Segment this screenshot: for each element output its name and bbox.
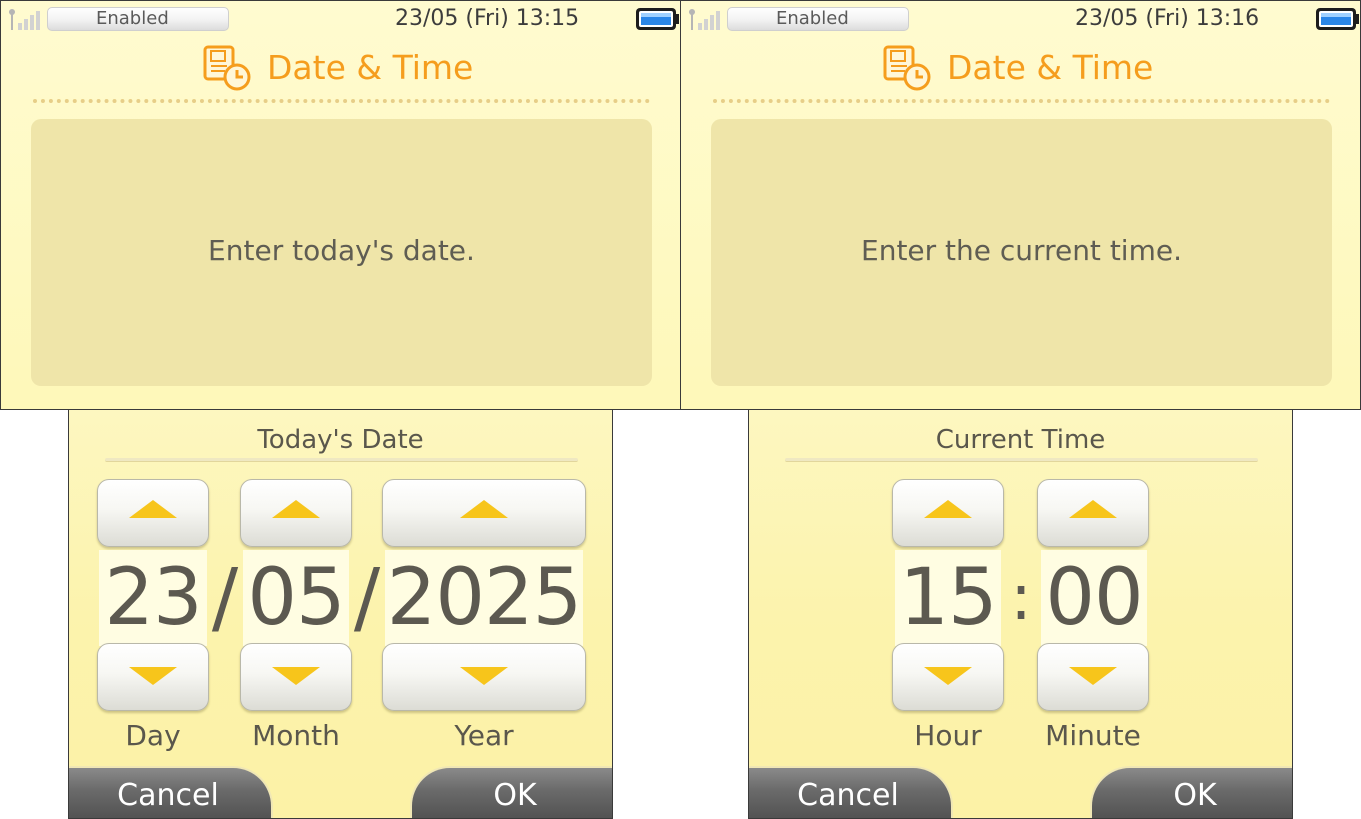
month-label: Month	[252, 719, 340, 752]
page-title: Date & Time	[947, 48, 1154, 87]
divider	[105, 458, 578, 462]
up-arrow-icon	[272, 500, 320, 518]
month-up-button[interactable]	[240, 479, 352, 547]
time-entry-screen: Current Time 15 : 00 Hour Minute Cancel …	[748, 409, 1293, 819]
year-label: Year	[454, 719, 514, 752]
system-datetime: 23/05 (Fri) 13:16	[1075, 6, 1260, 31]
top-screen-time: Enabled 23/05 (Fri) 13:16 Date & Time En…	[680, 0, 1361, 410]
top-screen-date: Enabled 23/05 (Fri) 13:15 Date & Time En…	[0, 0, 681, 410]
calendar-clock-icon	[883, 45, 931, 91]
hour-down-button[interactable]	[892, 643, 1004, 711]
wifi-signal-icon	[9, 9, 40, 30]
battery-icon	[636, 8, 679, 30]
down-arrow-icon	[1069, 667, 1117, 685]
year-value[interactable]: 2025	[385, 550, 583, 646]
up-arrow-icon	[129, 500, 177, 518]
minute-up-button[interactable]	[1037, 479, 1149, 547]
page-title: Date & Time	[267, 48, 474, 87]
down-arrow-icon	[129, 667, 177, 685]
cancel-button[interactable]: Cancel	[749, 766, 953, 818]
status-bar: Enabled 23/05 (Fri) 13:15	[1, 1, 680, 37]
panel-title: Today's Date	[257, 425, 424, 455]
status-bar: Enabled 23/05 (Fri) 13:16	[681, 1, 1360, 37]
minute-value[interactable]: 00	[1041, 550, 1147, 646]
instruction-text: Enter the current time.	[861, 234, 1182, 267]
minute-down-button[interactable]	[1037, 643, 1149, 711]
title-row: Date & Time	[1, 41, 680, 95]
divider	[785, 458, 1258, 462]
wireless-status: Enabled	[727, 7, 909, 31]
date-separator: /	[353, 553, 381, 643]
battery-icon	[1316, 8, 1359, 30]
up-arrow-icon	[1069, 500, 1117, 518]
down-arrow-icon	[272, 667, 320, 685]
ok-button[interactable]: OK	[410, 766, 612, 818]
down-arrow-icon	[924, 667, 972, 685]
day-down-button[interactable]	[97, 643, 209, 711]
message-panel: Enter the current time.	[711, 119, 1332, 386]
hour-value[interactable]: 15	[895, 550, 1001, 646]
month-down-button[interactable]	[240, 643, 352, 711]
up-arrow-icon	[924, 500, 972, 518]
down-arrow-icon	[460, 667, 508, 685]
calendar-clock-icon	[203, 45, 251, 91]
day-value[interactable]: 23	[99, 550, 207, 646]
divider	[33, 99, 650, 103]
month-value[interactable]: 05	[243, 550, 349, 646]
hour-label: Hour	[914, 719, 982, 752]
panel-title: Current Time	[935, 425, 1106, 455]
wifi-signal-icon	[689, 9, 720, 30]
instruction-text: Enter today's date.	[208, 234, 475, 267]
wireless-status: Enabled	[47, 7, 229, 31]
message-panel: Enter today's date.	[31, 119, 652, 386]
date-separator: /	[211, 553, 239, 643]
year-down-button[interactable]	[382, 643, 586, 711]
hour-up-button[interactable]	[892, 479, 1004, 547]
time-separator: :	[1010, 561, 1032, 635]
system-datetime: 23/05 (Fri) 13:15	[395, 6, 580, 31]
day-up-button[interactable]	[97, 479, 209, 547]
divider	[713, 99, 1330, 103]
title-row: Date & Time	[681, 41, 1360, 95]
cancel-button[interactable]: Cancel	[69, 766, 273, 818]
up-arrow-icon	[460, 500, 508, 518]
minute-label: Minute	[1045, 719, 1141, 752]
year-up-button[interactable]	[382, 479, 586, 547]
ok-button[interactable]: OK	[1090, 766, 1292, 818]
day-label: Day	[125, 719, 181, 752]
date-entry-screen: Today's Date 23 / 05 / 2025 Day Month Ye…	[68, 409, 613, 819]
